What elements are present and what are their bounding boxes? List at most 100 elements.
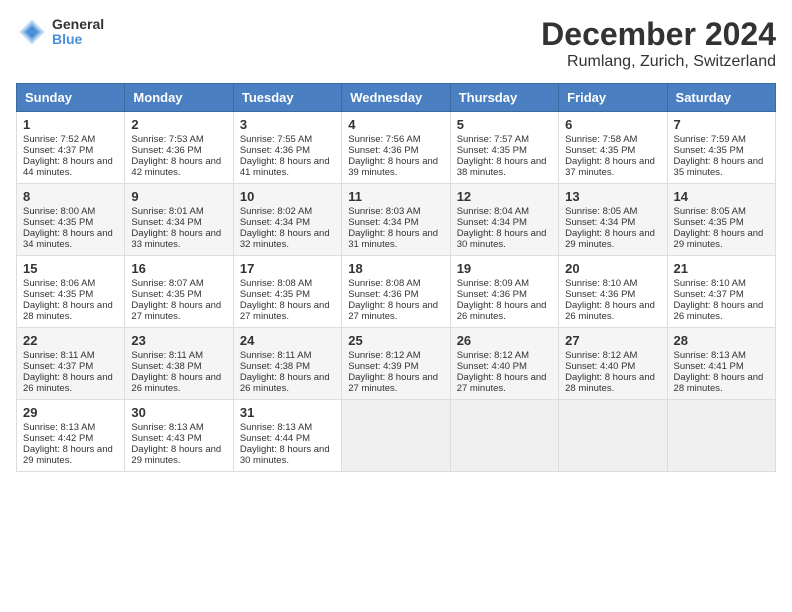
sunrise-label: Sunrise: 7:58 AM [565,134,637,145]
calendar-day-cell [342,400,450,472]
sunset-label: Sunset: 4:35 PM [240,289,310,300]
sunset-label: Sunset: 4:40 PM [457,361,527,372]
calendar-header-row: SundayMondayTuesdayWednesdayThursdayFrid… [17,84,776,112]
logo: General Blue [16,16,104,48]
sunset-label: Sunset: 4:36 PM [348,145,418,156]
sunset-label: Sunset: 4:36 PM [348,289,418,300]
sunrise-label: Sunrise: 8:03 AM [348,206,420,217]
day-number: 25 [348,333,443,348]
calendar-day-cell: 20 Sunrise: 8:10 AM Sunset: 4:36 PM Dayl… [559,256,667,328]
daylight-label: Daylight: 8 hours and 42 minutes. [131,156,221,178]
calendar-day-cell: 27 Sunrise: 8:12 AM Sunset: 4:40 PM Dayl… [559,328,667,400]
daylight-label: Daylight: 8 hours and 39 minutes. [348,156,438,178]
day-number: 27 [565,333,660,348]
day-number: 7 [674,117,769,132]
sunset-label: Sunset: 4:35 PM [565,145,635,156]
sunrise-label: Sunrise: 8:09 AM [457,278,529,289]
day-number: 9 [131,189,226,204]
sunset-label: Sunset: 4:35 PM [23,217,93,228]
daylight-label: Daylight: 8 hours and 27 minutes. [131,300,221,322]
day-number: 5 [457,117,552,132]
sunset-label: Sunset: 4:36 PM [565,289,635,300]
day-number: 8 [23,189,118,204]
calendar-day-cell [667,400,775,472]
day-number: 10 [240,189,335,204]
day-of-week-header: Wednesday [342,84,450,112]
sunrise-label: Sunrise: 7:56 AM [348,134,420,145]
sunset-label: Sunset: 4:36 PM [457,289,527,300]
daylight-label: Daylight: 8 hours and 35 minutes. [674,156,764,178]
calendar-table: SundayMondayTuesdayWednesdayThursdayFrid… [16,83,776,472]
day-number: 21 [674,261,769,276]
calendar-day-cell [559,400,667,472]
calendar-week-row: 15 Sunrise: 8:06 AM Sunset: 4:35 PM Dayl… [17,256,776,328]
daylight-label: Daylight: 8 hours and 26 minutes. [131,372,221,394]
calendar-day-cell: 5 Sunrise: 7:57 AM Sunset: 4:35 PM Dayli… [450,112,558,184]
day-number: 31 [240,405,335,420]
calendar-day-cell: 28 Sunrise: 8:13 AM Sunset: 4:41 PM Dayl… [667,328,775,400]
sunrise-label: Sunrise: 8:11 AM [240,350,312,361]
day-of-week-header: Monday [125,84,233,112]
sunset-label: Sunset: 4:35 PM [674,145,744,156]
sunset-label: Sunset: 4:37 PM [23,361,93,372]
sunrise-label: Sunrise: 8:12 AM [457,350,529,361]
sunrise-label: Sunrise: 7:59 AM [674,134,746,145]
sunset-label: Sunset: 4:34 PM [348,217,418,228]
sunrise-label: Sunrise: 8:13 AM [240,422,312,433]
calendar-week-row: 8 Sunrise: 8:00 AM Sunset: 4:35 PM Dayli… [17,184,776,256]
calendar-day-cell: 9 Sunrise: 8:01 AM Sunset: 4:34 PM Dayli… [125,184,233,256]
sunset-label: Sunset: 4:42 PM [23,433,93,444]
page-header: General Blue December 2024 Rumlang, Zuri… [16,16,776,71]
sunset-label: Sunset: 4:35 PM [457,145,527,156]
logo-text: General Blue [52,17,104,48]
calendar-body: 1 Sunrise: 7:52 AM Sunset: 4:37 PM Dayli… [17,112,776,472]
calendar-day-cell: 23 Sunrise: 8:11 AM Sunset: 4:38 PM Dayl… [125,328,233,400]
daylight-label: Daylight: 8 hours and 30 minutes. [240,444,330,466]
daylight-label: Daylight: 8 hours and 29 minutes. [674,228,764,250]
calendar-week-row: 29 Sunrise: 8:13 AM Sunset: 4:42 PM Dayl… [17,400,776,472]
calendar-week-row: 1 Sunrise: 7:52 AM Sunset: 4:37 PM Dayli… [17,112,776,184]
sunrise-label: Sunrise: 7:53 AM [131,134,203,145]
day-number: 1 [23,117,118,132]
sunset-label: Sunset: 4:34 PM [131,217,201,228]
daylight-label: Daylight: 8 hours and 27 minutes. [348,300,438,322]
daylight-label: Daylight: 8 hours and 26 minutes. [240,372,330,394]
day-number: 19 [457,261,552,276]
day-of-week-header: Saturday [667,84,775,112]
calendar-day-cell: 10 Sunrise: 8:02 AM Sunset: 4:34 PM Dayl… [233,184,341,256]
day-of-week-header: Friday [559,84,667,112]
sunrise-label: Sunrise: 7:57 AM [457,134,529,145]
sunset-label: Sunset: 4:34 PM [240,217,310,228]
day-number: 28 [674,333,769,348]
sunset-label: Sunset: 4:35 PM [23,289,93,300]
daylight-label: Daylight: 8 hours and 29 minutes. [23,444,113,466]
calendar-day-cell: 15 Sunrise: 8:06 AM Sunset: 4:35 PM Dayl… [17,256,125,328]
sunrise-label: Sunrise: 8:10 AM [565,278,637,289]
calendar-day-cell: 24 Sunrise: 8:11 AM Sunset: 4:38 PM Dayl… [233,328,341,400]
logo-line1: General [52,17,104,32]
sunset-label: Sunset: 4:37 PM [674,289,744,300]
sunrise-label: Sunrise: 8:00 AM [23,206,95,217]
sunrise-label: Sunrise: 8:13 AM [23,422,95,433]
day-number: 23 [131,333,226,348]
sunset-label: Sunset: 4:38 PM [131,361,201,372]
calendar-day-cell: 29 Sunrise: 8:13 AM Sunset: 4:42 PM Dayl… [17,400,125,472]
sunrise-label: Sunrise: 8:05 AM [565,206,637,217]
calendar-day-cell: 16 Sunrise: 8:07 AM Sunset: 4:35 PM Dayl… [125,256,233,328]
day-of-week-header: Thursday [450,84,558,112]
title-block: December 2024 Rumlang, Zurich, Switzerla… [541,16,776,71]
daylight-label: Daylight: 8 hours and 32 minutes. [240,228,330,250]
day-number: 6 [565,117,660,132]
sunrise-label: Sunrise: 8:12 AM [348,350,420,361]
calendar-day-cell: 19 Sunrise: 8:09 AM Sunset: 4:36 PM Dayl… [450,256,558,328]
daylight-label: Daylight: 8 hours and 34 minutes. [23,228,113,250]
calendar-day-cell: 11 Sunrise: 8:03 AM Sunset: 4:34 PM Dayl… [342,184,450,256]
sunset-label: Sunset: 4:39 PM [348,361,418,372]
daylight-label: Daylight: 8 hours and 33 minutes. [131,228,221,250]
sunrise-label: Sunrise: 8:07 AM [131,278,203,289]
sunrise-label: Sunrise: 8:04 AM [457,206,529,217]
day-number: 30 [131,405,226,420]
sunset-label: Sunset: 4:36 PM [240,145,310,156]
sunrise-label: Sunrise: 8:02 AM [240,206,312,217]
sunset-label: Sunset: 4:36 PM [131,145,201,156]
